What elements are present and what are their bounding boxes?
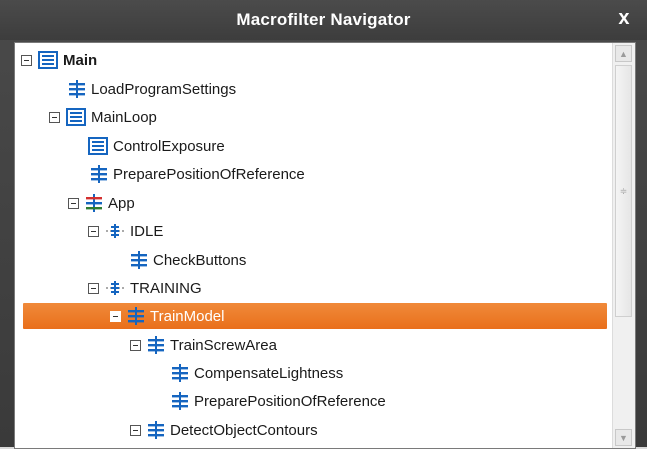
task-icon — [88, 137, 108, 155]
collapse-icon[interactable] — [88, 282, 99, 294]
tree-panel: Main LoadProgramSettings MainLoop Contro… — [14, 42, 636, 449]
collapse-icon[interactable] — [110, 310, 121, 322]
tree-item-preparepositionofreference-2[interactable]: PreparePositionOfReference — [15, 388, 613, 414]
tree-item-label: IDLE — [130, 222, 164, 240]
tree-item-label: PreparePositionOfReference — [194, 392, 386, 410]
macrofilter-tree: Main LoadProgramSettings MainLoop Contro… — [15, 43, 613, 448]
collapse-icon[interactable] — [68, 197, 79, 209]
tree-item-label: LoadProgramSettings — [91, 80, 237, 98]
tree-item-main[interactable]: Main — [15, 47, 613, 73]
scroll-up-icon[interactable]: ▲ — [615, 45, 632, 62]
tree-item-training[interactable]: TRAINING — [15, 275, 613, 301]
macrofilter-navigator-window: Macrofilter Navigator x Main LoadProgram… — [0, 0, 647, 449]
task-icon — [66, 108, 86, 126]
task-icon — [38, 51, 58, 69]
tree-item-label: CheckButtons — [153, 251, 247, 269]
close-icon[interactable]: x — [613, 7, 635, 29]
collapse-icon[interactable] — [130, 339, 141, 351]
tree-item-preparepositionofreference[interactable]: PreparePositionOfReference — [15, 161, 613, 187]
tree-item-trainmodel-selected[interactable]: TrainModel — [23, 303, 607, 329]
step-icon — [127, 307, 145, 325]
tree-item-label: Main — [63, 51, 98, 69]
step-icon — [171, 364, 189, 382]
tree-item-app[interactable]: App — [15, 190, 613, 216]
tree-item-idle[interactable]: IDLE — [15, 218, 613, 244]
vertical-scrollbar[interactable]: ▲ ≑ ▼ — [612, 43, 635, 448]
tree-item-controlexposure[interactable]: ControlExposure — [15, 133, 613, 159]
collapse-icon[interactable] — [49, 111, 60, 123]
tree-item-label: App — [108, 194, 135, 212]
tree-item-label: TRAINING — [130, 279, 202, 297]
collapse-icon[interactable] — [21, 54, 32, 66]
title-bar: Macrofilter Navigator x — [0, 0, 647, 40]
step-icon — [147, 421, 165, 439]
worker-icon — [85, 194, 103, 212]
state-icon — [105, 222, 125, 240]
tree-item-label: MainLoop — [91, 108, 157, 126]
scroll-thumb[interactable]: ≑ — [615, 65, 632, 317]
step-icon — [147, 336, 165, 354]
tree-item-label: TrainScrewArea — [170, 336, 277, 354]
tree-item-label: ControlExposure — [113, 137, 225, 155]
tree-item-label: DetectObjectContours — [170, 421, 318, 439]
step-icon — [130, 251, 148, 269]
scroll-down-icon[interactable]: ▼ — [615, 429, 632, 446]
tree-item-label: TrainModel — [150, 307, 225, 325]
collapse-icon[interactable] — [130, 424, 141, 436]
tree-item-checkbuttons[interactable]: CheckButtons — [15, 247, 613, 273]
tree-item-label: CompensateLightness — [194, 364, 344, 382]
tree-item-trainscrewarea[interactable]: TrainScrewArea — [15, 332, 613, 358]
collapse-icon[interactable] — [88, 225, 99, 237]
step-icon — [171, 392, 189, 410]
step-icon — [68, 80, 86, 98]
window-title: Macrofilter Navigator — [236, 10, 411, 29]
tree-item-compensatelightness[interactable]: CompensateLightness — [15, 360, 613, 386]
state-icon — [105, 279, 125, 297]
step-icon — [90, 165, 108, 183]
tree-item-mainloop[interactable]: MainLoop — [15, 104, 613, 130]
tree-item-loadprogramsettings[interactable]: LoadProgramSettings — [15, 76, 613, 102]
tree-item-detectobjectcontours[interactable]: DetectObjectContours — [15, 417, 613, 443]
tree-item-label: PreparePositionOfReference — [113, 165, 305, 183]
